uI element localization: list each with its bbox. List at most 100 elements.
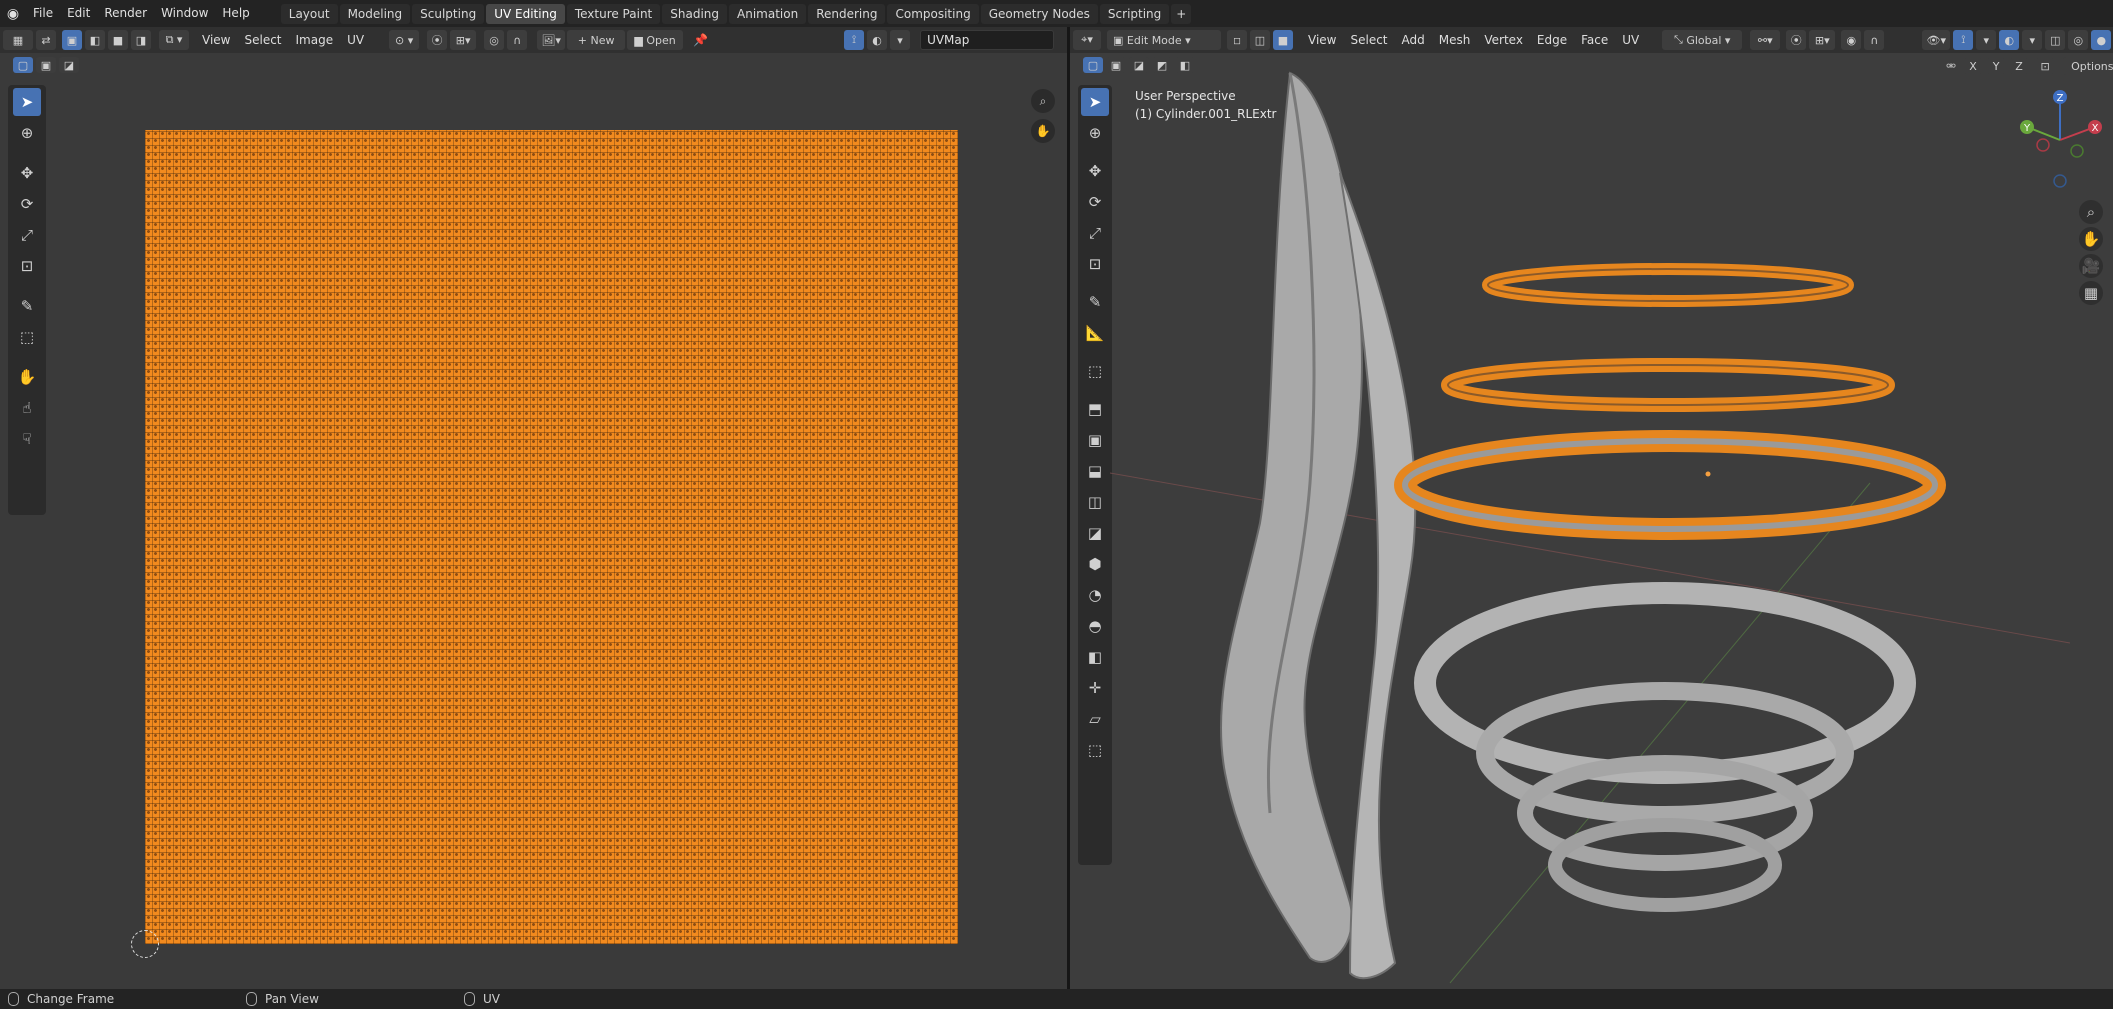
select-mode-edge[interactable]: ◧ — [85, 30, 105, 50]
sticky-selection-dropdown[interactable]: ⧉ ▾ — [159, 30, 189, 50]
viewport-editor-type[interactable]: ⌖▾ — [1073, 30, 1101, 50]
menu-render[interactable]: Render — [97, 0, 154, 27]
measure-icon[interactable]: 📐 — [1081, 319, 1109, 347]
vp-move-icon[interactable]: ✥ — [1081, 157, 1109, 185]
select-box-icon[interactable]: ➤ — [13, 88, 41, 116]
viewport-menu-vertex[interactable]: Vertex — [1477, 27, 1530, 53]
uv-island-canvas[interactable] — [145, 130, 958, 944]
uvmap-field[interactable]: UVMap — [920, 30, 1055, 50]
select-mode-island[interactable]: ◨ — [131, 30, 151, 50]
snap-target-dropdown[interactable]: ⊞▾ — [1809, 30, 1836, 50]
snap-dropdown[interactable]: ⊞▾ — [450, 30, 477, 50]
menu-file[interactable]: File — [26, 0, 60, 27]
inset-icon[interactable]: ▣ — [1081, 426, 1109, 454]
zoom-icon[interactable]: ⌕ — [1031, 89, 1055, 113]
rip-icon[interactable]: ⬚ — [13, 323, 41, 351]
tab-scripting[interactable]: Scripting — [1099, 3, 1170, 24]
viewport-menu-add[interactable]: Add — [1395, 27, 1432, 53]
pivot-dropdown[interactable]: ⊙ ▾ — [389, 30, 420, 50]
poly-build-icon[interactable]: ⬢ — [1081, 550, 1109, 578]
viewport-menu-face[interactable]: Face — [1574, 27, 1615, 53]
rip-region-icon[interactable]: ⬚ — [1081, 736, 1109, 764]
overlay-dropdown[interactable]: ▾ — [890, 30, 911, 50]
options-dropdown[interactable]: Options ▾ — [2063, 57, 2113, 75]
tab-layout[interactable]: Layout — [280, 3, 338, 24]
2d-cursor-icon[interactable] — [131, 930, 159, 958]
navigation-gizmo[interactable]: Z X Y — [2015, 85, 2105, 195]
add-cube-icon[interactable]: ⬚ — [1081, 357, 1109, 385]
shading-solid[interactable]: ● — [2091, 30, 2112, 50]
pivot-point-dropdown[interactable]: ⚯▾ — [1750, 30, 1781, 50]
viewport-menu-mesh[interactable]: Mesh — [1432, 27, 1478, 53]
select-set-subtract[interactable]: ◪ — [59, 57, 79, 73]
cursor-icon[interactable]: ⊕ — [13, 119, 41, 147]
transform-icon[interactable]: ⊡ — [13, 252, 41, 280]
uv-menu-uv[interactable]: UV — [340, 27, 371, 53]
viewport-menu-edge[interactable]: Edge — [1530, 27, 1574, 53]
vp-zoom-icon[interactable]: ⌕ — [2079, 200, 2103, 224]
snap-toggle-3d[interactable]: ⦿ — [1786, 30, 1807, 50]
overlay-toggle[interactable]: ◐ — [867, 30, 888, 50]
select-mode-vertex[interactable]: ▣ — [62, 30, 82, 50]
proportional-edit-toggle[interactable]: ◎ — [484, 30, 505, 50]
sync-selection-toggle[interactable]: ⇄ — [36, 30, 56, 50]
loop-cut-icon[interactable]: ◫ — [1081, 488, 1109, 516]
overlay-dropdown-3d[interactable]: ▾ — [2022, 30, 2043, 50]
snap-toggle[interactable]: ⦿ — [427, 30, 448, 50]
editor-type-button[interactable]: ▦ — [3, 30, 33, 50]
rotate-icon[interactable]: ⟳ — [13, 190, 41, 218]
edge-select-mode[interactable]: ◫ — [1250, 30, 1270, 50]
vp-cursor-icon[interactable]: ⊕ — [1081, 119, 1109, 147]
falloff-dropdown-3d[interactable]: ∩ — [1864, 30, 1885, 50]
hand-icon[interactable]: ✋ — [1031, 119, 1055, 143]
tab-geometry-nodes[interactable]: Geometry Nodes — [980, 3, 1098, 24]
add-workspace-button[interactable]: + — [1171, 3, 1192, 24]
face-select-mode[interactable]: ■ — [1273, 30, 1293, 50]
knife-icon[interactable]: ◪ — [1081, 519, 1109, 547]
shear-icon[interactable]: ▱ — [1081, 705, 1109, 733]
menu-window[interactable]: Window — [154, 0, 215, 27]
new-image-button[interactable]: + New — [567, 30, 626, 50]
tab-compositing[interactable]: Compositing — [887, 3, 979, 24]
scene-render[interactable] — [1110, 53, 2070, 989]
vp-hand-icon[interactable]: ✋ — [2079, 227, 2103, 251]
edge-slide-icon[interactable]: ◧ — [1081, 643, 1109, 671]
spin-icon[interactable]: ◔ — [1081, 581, 1109, 609]
overlay-toggle-3d[interactable]: ◐ — [1999, 30, 2020, 50]
select-set-extend[interactable]: ▣ — [36, 57, 56, 73]
tab-animation[interactable]: Animation — [729, 3, 807, 24]
tab-shading[interactable]: Shading — [662, 3, 727, 24]
grab-icon[interactable]: ✋ — [13, 363, 41, 391]
blender-logo-icon[interactable]: ◉ — [0, 6, 26, 22]
camera-icon[interactable]: 🎥 — [2079, 254, 2103, 278]
open-image-button[interactable]: ▆ Open — [627, 30, 684, 50]
shrink-fatten-icon[interactable]: ✛ — [1081, 674, 1109, 702]
uv-menu-select[interactable]: Select — [237, 27, 288, 53]
annotate-icon[interactable]: ✎ — [13, 292, 41, 320]
pin-icon[interactable]: 📌 — [693, 33, 708, 47]
vp-select-set-new[interactable]: ▢ — [1083, 57, 1103, 73]
transform-orientation-dropdown[interactable]: ⤡ Global ▾ — [1662, 30, 1743, 50]
xray-toggle[interactable]: ◫ — [2045, 30, 2066, 50]
proportional-edit-3d[interactable]: ◉ — [1841, 30, 1862, 50]
vertex-select-mode[interactable]: ◽ — [1227, 30, 1247, 50]
smooth-icon[interactable]: ◓ — [1081, 612, 1109, 640]
tab-texture-paint[interactable]: Texture Paint — [566, 3, 661, 24]
scale-icon[interactable]: ⤢ — [13, 221, 41, 249]
mode-dropdown[interactable]: ▣ Edit Mode ▾ — [1107, 30, 1221, 50]
tab-sculpting[interactable]: Sculpting — [412, 3, 485, 24]
viewport-menu-view[interactable]: View — [1301, 27, 1343, 53]
tab-uv-editing[interactable]: UV Editing — [486, 3, 565, 24]
move-icon[interactable]: ✥ — [13, 159, 41, 187]
grid-icon[interactable]: ▦ — [2079, 281, 2103, 305]
tab-rendering[interactable]: Rendering — [808, 3, 886, 24]
shading-wireframe[interactable]: ◎ — [2068, 30, 2089, 50]
select-set-new[interactable]: ▢ — [13, 57, 33, 73]
image-browse-button[interactable]: 🖼▾ — [537, 30, 566, 50]
vp-transform-icon[interactable]: ⊡ — [1081, 250, 1109, 278]
uv-menu-image[interactable]: Image — [289, 27, 341, 53]
vp-rotate-icon[interactable]: ⟳ — [1081, 188, 1109, 216]
vp-annotate-icon[interactable]: ✎ — [1081, 288, 1109, 316]
gizmo-toggle[interactable]: ⟟ — [1953, 30, 1974, 50]
viewport-menu-select[interactable]: Select — [1343, 27, 1394, 53]
